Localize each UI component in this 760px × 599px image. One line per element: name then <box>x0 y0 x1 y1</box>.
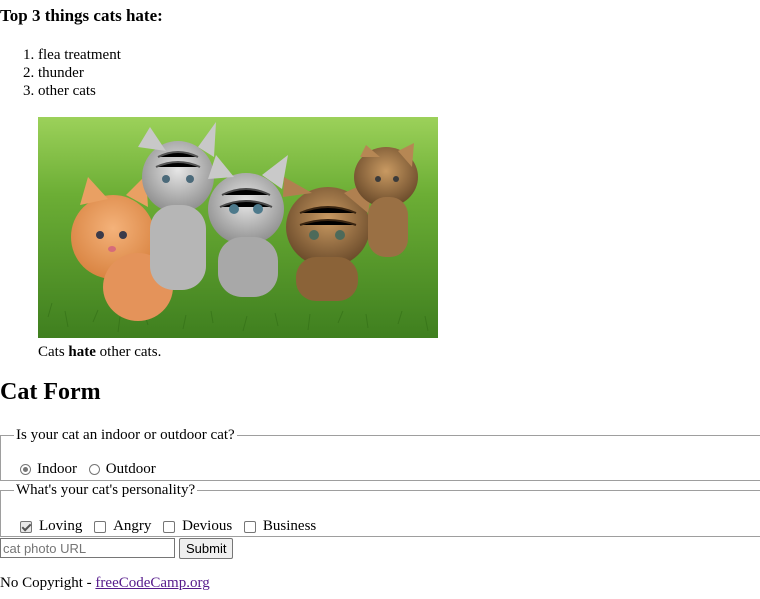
caption-emphasis: hate <box>68 344 96 360</box>
angry-option[interactable]: Angry <box>94 518 151 535</box>
loving-label: Loving <box>39 518 83 534</box>
indoor-outdoor-legend: Is your cat an indoor or outdoor cat? <box>16 427 235 443</box>
caption-text: other cats. <box>95 344 162 360</box>
footer: No Copyright - freeCodeCamp.org <box>0 575 210 592</box>
loving-option[interactable]: Loving <box>20 518 82 535</box>
personality-options: Loving Angry Devious Business <box>20 518 324 538</box>
kittens-figure: Cats hate other cats. <box>38 117 438 361</box>
indoor-outdoor-options: Indoor Outdoor <box>20 461 164 480</box>
list-item: other cats <box>38 82 121 100</box>
angry-checkbox[interactable] <box>94 520 107 533</box>
freecodecamp-link[interactable]: freeCodeCamp.org <box>95 575 209 591</box>
devious-option[interactable]: Devious <box>163 518 232 535</box>
outdoor-label: Outdoor <box>105 461 156 477</box>
photo-caption: Cats hate other cats. <box>38 344 438 361</box>
loving-checkbox[interactable] <box>20 520 32 533</box>
indoor-outdoor-fieldset: Is your cat an indoor or outdoor cat? In… <box>0 427 760 481</box>
footer-text: No Copyright - <box>0 575 96 591</box>
business-checkbox[interactable] <box>243 520 256 533</box>
form-heading: Cat Form <box>0 379 101 405</box>
cat-photo-url-input[interactable] <box>0 538 175 558</box>
indoor-option[interactable]: Indoor <box>20 461 77 478</box>
outdoor-radio[interactable] <box>88 464 100 475</box>
cats-hate-list: flea treatment thunder other cats <box>0 46 121 100</box>
kittens-photo-graphic <box>38 117 438 338</box>
personality-fieldset: What's your cat's personality? Loving An… <box>0 482 760 537</box>
business-label: Business <box>262 518 317 534</box>
indoor-label: Indoor <box>37 461 77 477</box>
indoor-radio[interactable] <box>20 464 31 475</box>
kittens-photo <box>38 117 438 338</box>
list-heading: Top 3 things cats hate: <box>0 6 163 25</box>
caption-text: Cats <box>38 344 69 360</box>
list-item: flea treatment <box>38 46 121 64</box>
angry-label: Angry <box>113 518 152 534</box>
devious-checkbox[interactable] <box>163 520 176 533</box>
personality-legend: What's your cat's personality? <box>16 482 196 498</box>
outdoor-option[interactable]: Outdoor <box>88 461 156 478</box>
devious-label: Devious <box>182 518 233 534</box>
list-item: thunder <box>38 64 121 82</box>
submit-button[interactable]: Submit <box>179 538 234 559</box>
business-option[interactable]: Business <box>243 518 317 535</box>
